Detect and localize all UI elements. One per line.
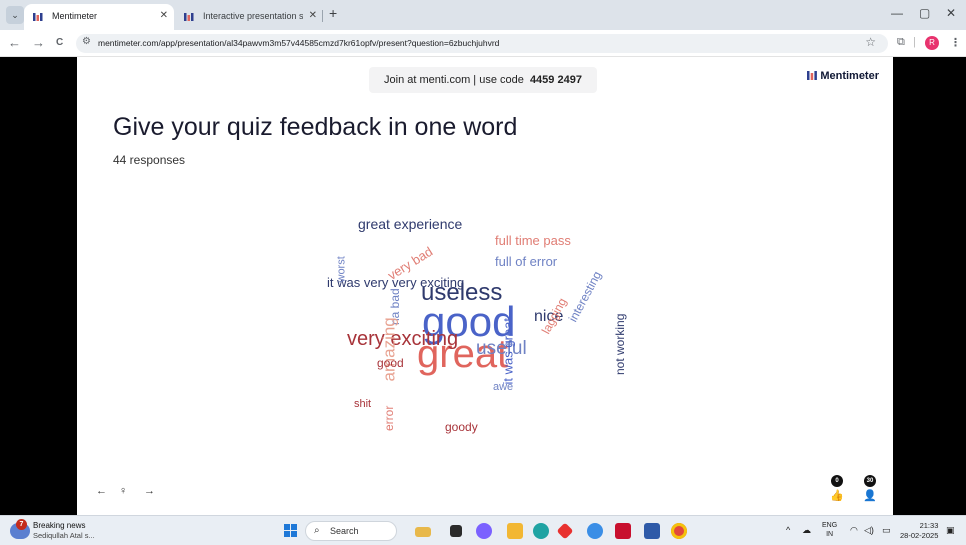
word-cloud-word: very exciting xyxy=(347,328,459,350)
word-cloud-word: awe xyxy=(493,381,514,393)
profile-avatar-icon[interactable]: R xyxy=(925,36,939,50)
language-region: IN xyxy=(826,531,834,538)
chrome-icon[interactable] xyxy=(671,523,687,539)
word-cloud-word: full of error xyxy=(495,254,558,269)
url-text: mentimeter.com/app/presentation/al34pawv… xyxy=(98,38,500,48)
word-cloud-word: shit xyxy=(354,398,372,410)
tab-title: Interactive presentation softwa xyxy=(203,11,303,21)
search-icon: ⌕ xyxy=(314,525,320,536)
reaction-thumbs-up[interactable]: 0 👍 xyxy=(830,475,844,502)
new-tab-button[interactable]: + xyxy=(329,5,337,21)
word-cloud-word: it was great xyxy=(500,318,516,385)
word-cloud-word: not working xyxy=(613,313,627,375)
news-badge: 7 xyxy=(16,519,27,530)
toolbar-divider: | xyxy=(913,36,916,48)
taskbar-search[interactable]: ⌕ Search xyxy=(305,521,397,541)
browser-menu-icon[interactable]: ⋮ xyxy=(950,36,961,49)
tab-interactive-presentation[interactable]: Interactive presentation softwa ✕ xyxy=(175,4,323,30)
mentimeter-favicon-icon xyxy=(33,13,43,21)
word-cloud-word: great experience xyxy=(358,216,463,232)
bookmark-star-icon[interactable]: ☆ xyxy=(865,35,876,49)
clock-time: 21:33 xyxy=(919,521,939,530)
battery-icon[interactable]: ▭ xyxy=(882,525,891,536)
notification-icon[interactable]: ▣ xyxy=(946,525,955,536)
word-cloud-word: goody xyxy=(445,420,478,434)
extensions-icon[interactable]: ⧉ xyxy=(897,36,905,49)
system-clock[interactable]: 21:33 28-02-2025 xyxy=(900,521,938,541)
screen: ⌄ Mentimeter ✕ Interactive presentation … xyxy=(0,0,966,545)
mcafee-icon[interactable] xyxy=(615,523,631,539)
site-info-icon[interactable]: ⚙ xyxy=(82,36,91,47)
word-cloud-word: interesting xyxy=(565,268,605,325)
word-cloud-word: good xyxy=(377,356,404,370)
reaction-count: 0 xyxy=(831,475,843,487)
minimize-icon[interactable]: — xyxy=(891,6,903,20)
folder-icon[interactable] xyxy=(507,523,523,539)
tab-close-icon[interactable]: ✕ xyxy=(160,4,168,28)
tab-search-menu-icon[interactable]: ⌄ xyxy=(6,6,24,24)
hint-icon[interactable]: ♀ xyxy=(119,485,127,497)
paint-icon[interactable] xyxy=(587,523,603,539)
browser-tab-bar: ⌄ Mentimeter ✕ Interactive presentation … xyxy=(0,0,966,30)
word-cloud-word: error xyxy=(382,405,396,431)
mentimeter-favicon-icon xyxy=(184,13,194,21)
letterbox-right xyxy=(893,57,966,515)
wifi-icon[interactable]: ◠ xyxy=(850,525,858,536)
news-title[interactable]: Breaking news xyxy=(33,521,85,530)
next-slide-button[interactable]: → xyxy=(144,485,155,497)
reload-icon[interactable]: C xyxy=(56,37,63,48)
restore-icon[interactable]: ▢ xyxy=(919,6,930,20)
red-app-icon[interactable] xyxy=(556,522,574,540)
word-cloud-word: worst xyxy=(335,256,348,283)
reaction-count: 30 xyxy=(864,475,876,487)
clock-date: 28-02-2025 xyxy=(900,531,939,540)
tray-overflow-icon[interactable]: ^ xyxy=(786,525,790,535)
cloud-sync-icon[interactable]: ☁ xyxy=(802,525,811,536)
language-code: ENG xyxy=(822,522,838,529)
notes-icon[interactable] xyxy=(450,525,462,537)
colorful-app-icon[interactable] xyxy=(476,523,492,539)
windows-start-icon[interactable] xyxy=(284,524,298,538)
file-explorer-icon[interactable] xyxy=(415,527,431,537)
word-cloud-word: full time pass xyxy=(495,233,571,248)
forward-icon[interactable]: → xyxy=(32,35,45,50)
previous-slide-button[interactable]: ← xyxy=(96,485,107,497)
search-placeholder: Search xyxy=(330,526,359,536)
presentation-slide: Join at menti.com | use code 4459 2497 M… xyxy=(77,57,893,515)
store-icon[interactable] xyxy=(644,523,660,539)
word-cloud-word: amazing xyxy=(379,317,399,382)
thumbs-up-icon: 👍 xyxy=(830,490,844,502)
news-subtitle[interactable]: Sediqullah Atal s... xyxy=(33,531,95,540)
browser-toolbar: ← → C ⚙ mentimeter.com/app/presentation/… xyxy=(0,30,966,57)
tab-mentimeter[interactable]: Mentimeter ✕ xyxy=(24,4,174,30)
edge-icon[interactable] xyxy=(533,523,549,539)
person-icon: 👤 xyxy=(863,490,877,502)
volume-icon[interactable]: ◁) xyxy=(864,525,874,536)
tab-title: Mentimeter xyxy=(52,11,98,21)
word-cloud: great experience full time pass full of er… xyxy=(77,57,893,515)
reaction-participants[interactable]: 30 👤 xyxy=(863,475,877,502)
address-bar[interactable]: ⚙ mentimeter.com/app/presentation/al34pa… xyxy=(76,34,888,53)
windows-taskbar: 7 Breaking news Sediqullah Atal s... ⌕ S… xyxy=(0,515,966,545)
window-close-icon[interactable]: ✕ xyxy=(946,6,956,20)
back-icon[interactable]: ← xyxy=(8,35,21,50)
tab-divider xyxy=(322,10,323,22)
language-indicator[interactable]: ENG IN xyxy=(822,521,837,539)
tab-close-icon[interactable]: ✕ xyxy=(309,4,317,28)
letterbox-left xyxy=(0,57,77,515)
